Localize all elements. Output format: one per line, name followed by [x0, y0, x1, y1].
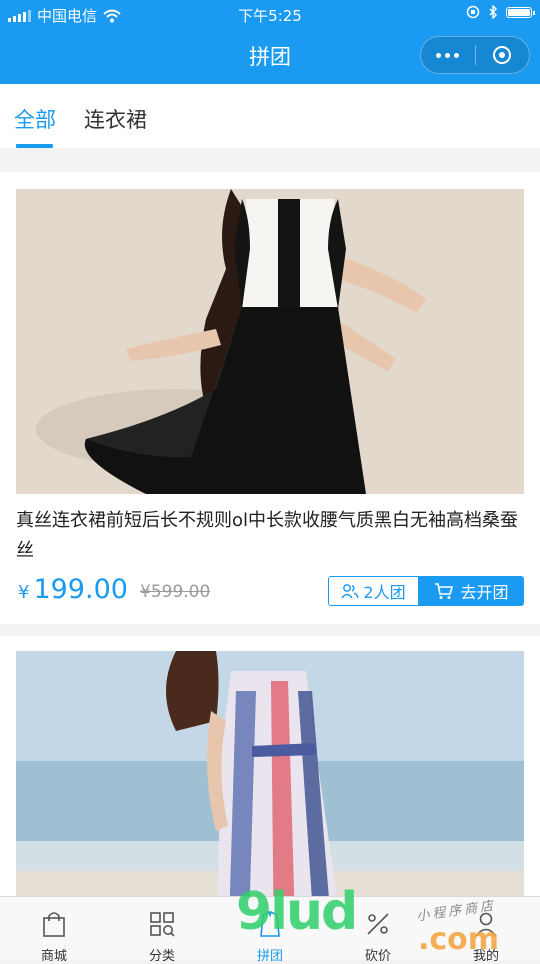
- price-value: 199.00: [33, 574, 128, 605]
- people-icon: [341, 584, 360, 599]
- more-dots-icon: [436, 52, 442, 58]
- more-menu-button[interactable]: [421, 52, 475, 58]
- tab-all[interactable]: 全部: [14, 104, 56, 134]
- currency-symbol: ¥: [18, 582, 30, 603]
- bluetooth-icon: [489, 5, 497, 19]
- original-price: ¥599.00: [140, 582, 211, 602]
- category-tabs: 全部 连衣裙: [0, 84, 540, 148]
- dress-photo-illustration: [16, 189, 524, 494]
- mini-program-capsule: [420, 36, 530, 74]
- tabbar-label: 砍价: [364, 949, 391, 964]
- active-tab-indicator: [16, 144, 53, 148]
- tabbar-item-category[interactable]: 分类: [108, 897, 216, 964]
- target-icon: [493, 46, 512, 64]
- group-buy-actions: 2人团 去开团: [328, 576, 524, 606]
- product-card[interactable]: 真丝连衣裙前短后长不规则ol中长款收腰气质黑白无袖高档桑蚕丝 ¥199.00 ¥…: [0, 172, 540, 624]
- watermark-logo: 9lud: [236, 882, 358, 942]
- group-size-button[interactable]: 2人团: [328, 576, 419, 606]
- category-grid-icon: [150, 912, 175, 937]
- open-group-label: 去开团: [460, 583, 509, 602]
- tabbar-label: 拼团: [256, 949, 283, 964]
- tabbar-label: 商城: [40, 949, 67, 964]
- product-image[interactable]: [16, 189, 524, 494]
- status-right: [466, 5, 535, 19]
- tabbar-label: 分类: [148, 949, 175, 964]
- tab-dresses[interactable]: 连衣裙: [84, 104, 147, 134]
- bargain-icon: [367, 913, 389, 935]
- watermark-domain: .com: [418, 922, 500, 957]
- tabbar-item-shop[interactable]: 商城: [0, 897, 108, 964]
- open-group-button[interactable]: 去开团: [419, 576, 524, 606]
- cart-icon: [435, 583, 454, 599]
- status-time: 下午5:25: [238, 7, 302, 25]
- status-bar: 中国电信 下午5:25: [0, 0, 540, 28]
- orientation-lock-icon: [466, 5, 480, 19]
- group-size-label: 2人团: [363, 583, 406, 602]
- product-title[interactable]: 真丝连衣裙前短后长不规则ol中长款收腰气质黑白无袖高档桑蚕丝: [16, 506, 524, 566]
- navigation-bar: 拼团: [0, 28, 540, 84]
- shop-bag-icon: [43, 912, 65, 937]
- group-price: ¥199.00: [18, 574, 128, 605]
- battery-icon: [506, 6, 535, 18]
- close-mini-program-button[interactable]: [476, 46, 530, 64]
